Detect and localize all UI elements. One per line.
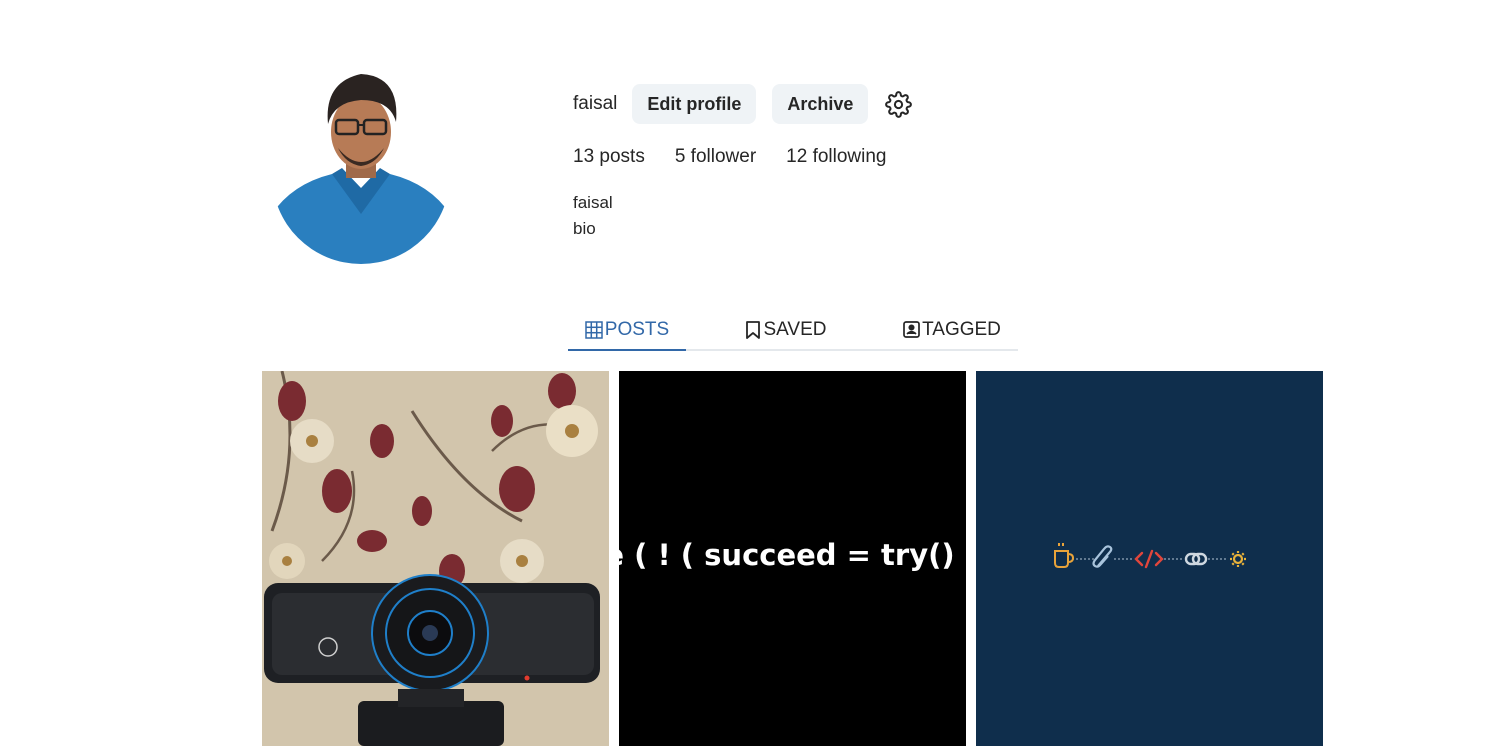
gear-icon xyxy=(1230,551,1246,567)
link-icon xyxy=(1184,552,1208,566)
profile-header-row: faisal Edit profile Archive xyxy=(573,84,917,124)
settings-button[interactable] xyxy=(884,90,912,118)
profile-avatar[interactable] xyxy=(272,64,450,264)
tab-tagged[interactable]: TAGGED xyxy=(886,310,1018,349)
coffee-icon xyxy=(1054,543,1075,568)
posts-count[interactable]: 13 posts xyxy=(573,146,645,168)
grid-icon xyxy=(585,320,603,339)
tab-saved-label: SAVED xyxy=(763,318,827,340)
bio-text: bio xyxy=(573,219,596,238)
followers-count[interactable]: 5 follower xyxy=(675,146,756,168)
post-code-text-content: e ( ! ( succeed = try() xyxy=(619,537,955,572)
post-code-text[interactable]: e ( ! ( succeed = try() xyxy=(619,371,966,746)
gear-icon xyxy=(885,90,912,118)
tab-tagged-label: TAGGED xyxy=(922,318,1001,340)
profile-stats: 13 posts 5 follower 12 following xyxy=(573,146,917,168)
following-count[interactable]: 12 following xyxy=(786,146,886,168)
tab-posts-label: POSTS xyxy=(604,318,670,340)
tagged-user-icon xyxy=(903,321,920,338)
post-webcam-photo[interactable] xyxy=(262,371,609,746)
tab-posts[interactable]: POSTS xyxy=(568,310,686,351)
profile-bio: faisal bio xyxy=(573,190,917,242)
edit-profile-button[interactable]: Edit profile xyxy=(632,84,757,124)
profile-info: faisal Edit profile Archive 13 posts 5 f… xyxy=(573,84,917,242)
post-icons-graphic[interactable] xyxy=(976,371,1323,746)
bio-name: faisal xyxy=(573,193,613,212)
paperclip-icon xyxy=(1092,545,1113,568)
code-icon xyxy=(1134,549,1164,569)
tab-saved[interactable]: SAVED xyxy=(686,310,886,349)
username: faisal xyxy=(573,93,618,114)
bookmark-icon xyxy=(746,320,761,339)
profile-tabs: POSTS SAVED TAGGED xyxy=(568,310,1018,351)
archive-button[interactable]: Archive xyxy=(772,84,869,124)
posts-grid: e ( ! ( succeed = try() xyxy=(262,371,1323,746)
